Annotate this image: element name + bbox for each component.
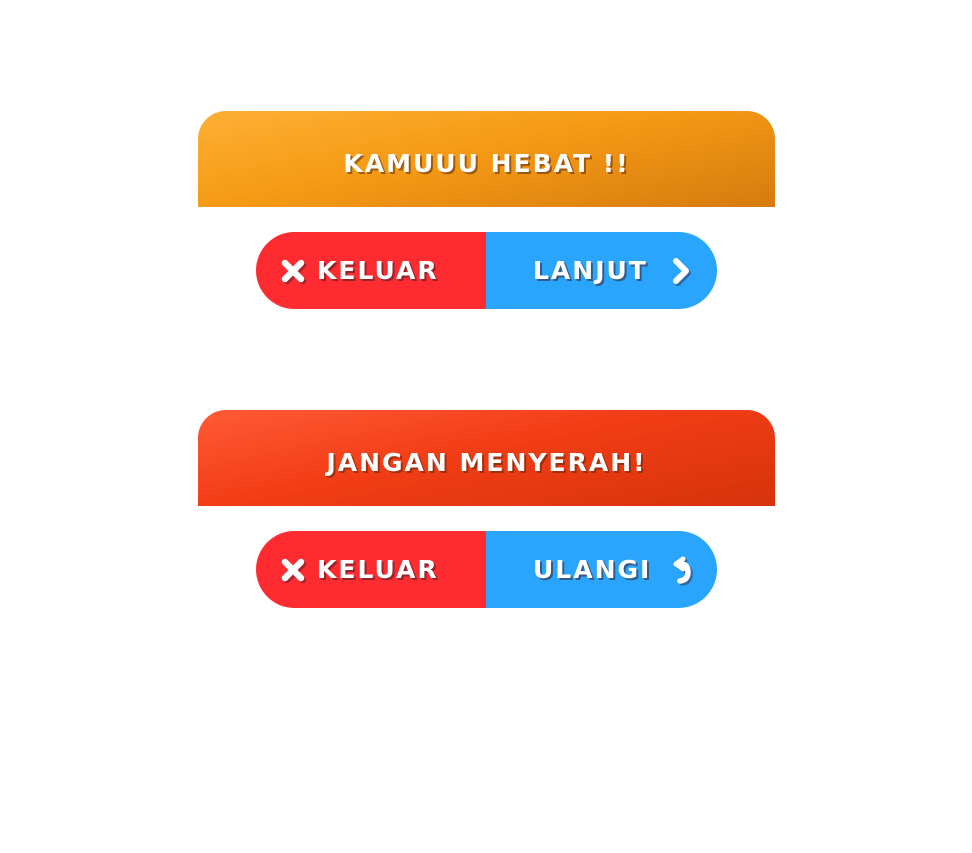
close-icon [280,258,306,284]
exit-button-label: KELUAR [317,256,439,285]
retry-button-label: ULANGI [533,555,652,584]
chevron-right-icon [669,256,693,286]
lose-button-group: KELUAR ULANGI [256,531,717,608]
exit-button-label: KELUAR [317,555,439,584]
retry-arrow-icon [669,555,693,585]
win-title: KAMUUU HEBAT !! [343,148,630,178]
lose-title: JANGAN MENYERAH! [326,447,647,477]
retry-button[interactable]: ULANGI [486,531,717,608]
close-icon [280,557,306,583]
win-button-group: KELUAR LANJUT [256,232,717,309]
exit-button[interactable]: KELUAR [256,531,486,608]
continue-button[interactable]: LANJUT [486,232,717,309]
continue-button-label: LANJUT [533,256,648,285]
lose-banner: JANGAN MENYERAH! [198,410,775,506]
win-banner: KAMUUU HEBAT !! [198,111,775,207]
exit-button[interactable]: KELUAR [256,232,486,309]
